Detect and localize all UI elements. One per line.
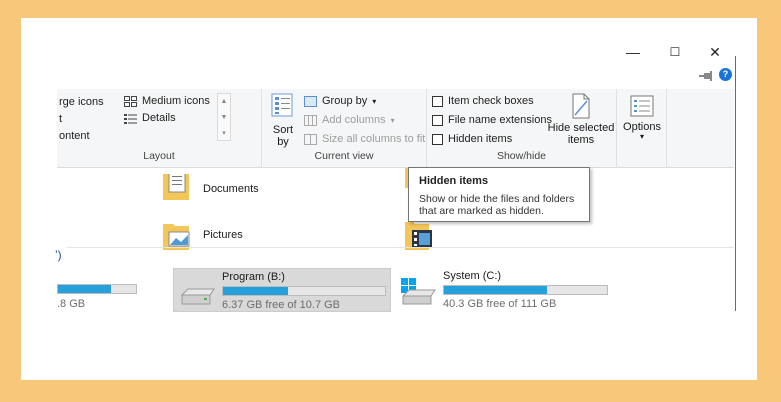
options-icon [630, 95, 654, 117]
sort-by-label: Sort by [272, 124, 294, 148]
folder-item[interactable]: Documents [161, 174, 259, 204]
layout-group: rge icons Medium icons t Details ontent … [57, 89, 262, 168]
sort-by-button[interactable]: Sort by [270, 93, 296, 148]
window-edge [735, 56, 736, 311]
group-by-label: Group by [322, 95, 368, 107]
current-view-group-label: Current view [314, 150, 374, 162]
size-all-columns-button[interactable]: Size all columns to fit [304, 133, 425, 145]
file-view: Documents Pictures ’) .8 GB Program (B:)… [55, 168, 734, 338]
drive-usage-bar [443, 285, 608, 295]
tooltip-title: Hidden items [419, 175, 489, 187]
drive-usage-fill [58, 285, 112, 293]
details-option[interactable]: Details [124, 112, 176, 124]
documents-folder-icon [163, 174, 189, 200]
hidden-items-option[interactable]: Hidden items [432, 133, 512, 145]
folder-name: Documents [203, 183, 259, 195]
hide-selected-items-label: Hide selected items [547, 122, 615, 146]
size-columns-icon [304, 133, 317, 145]
add-columns-label: Add columns [322, 114, 386, 126]
ribbon: rge icons Medium icons t Details ontent … [57, 89, 734, 168]
layout-scroll[interactable]: ▲ ▼ ▾ [217, 93, 231, 141]
show-hide-group: Item check boxes File name extensions Hi… [427, 89, 617, 168]
maximize-button[interactable]: ☐ [663, 44, 687, 60]
drive-name: Program (B:) [222, 271, 285, 283]
group-by-icon [304, 95, 317, 107]
show-hide-group-label: Show/hide [496, 150, 547, 162]
drive-item[interactable]: .8 GB [57, 268, 167, 312]
drive-free-space: .8 GB [57, 298, 86, 310]
options-group: Options ▾ [617, 89, 667, 168]
file-name-extensions-label: File name extensions [448, 114, 552, 126]
chevron-down-icon: ▾ [639, 132, 644, 141]
drive-free-space: 40.3 GB free of 111 GB [443, 298, 557, 310]
expand-icon[interactable]: ▾ [218, 126, 230, 142]
devices-group-label[interactable]: ’) [55, 248, 62, 262]
medium-icons-label: Medium icons [142, 95, 210, 107]
drive-name: System (C:) [443, 270, 502, 282]
help-icon[interactable]: ? [719, 68, 732, 81]
file-name-extensions-option[interactable]: File name extensions [432, 114, 552, 126]
large-icons-option[interactable]: rge icons [59, 96, 104, 108]
chevron-down-icon: ▾ [372, 96, 377, 106]
details-label: Details [142, 112, 176, 124]
scroll-up-icon[interactable]: ▲ [218, 94, 230, 110]
drive-usage-bar [222, 286, 386, 296]
drive-item-selected[interactable]: Program (B:) 6.37 GB free of 10.7 GB [173, 268, 391, 312]
item-check-boxes-checkbox[interactable] [432, 95, 443, 107]
drive-item[interactable]: System (C:) 40.3 GB free of 111 GB [397, 268, 627, 312]
medium-icons-option[interactable]: Medium icons [124, 95, 210, 107]
add-columns-button[interactable]: Add columns ▾ [304, 114, 395, 126]
item-check-boxes-option[interactable]: Item check boxes [432, 95, 534, 107]
size-all-columns-label: Size all columns to fit [322, 133, 426, 145]
chevron-down-icon: ▾ [390, 115, 395, 125]
hidden-items-label: Hidden items [448, 133, 513, 145]
details-icon [124, 113, 137, 124]
explorer-window: — ☐ ✕ ? rge icons Medium icons t Details… [21, 18, 757, 380]
list-option[interactable]: t [59, 113, 62, 125]
drive-usage-bar [57, 284, 137, 294]
hard-drive-icon [180, 288, 215, 305]
content-option[interactable]: ontent [59, 130, 90, 142]
close-button[interactable]: ✕ [703, 44, 727, 60]
drive-usage-fill [223, 287, 288, 295]
current-view-group: Sort by Group by ▾ Add columns ▾ Size al… [262, 89, 427, 168]
hide-selected-items-button[interactable]: Hide selected items [547, 93, 615, 146]
windows-drive-icon [401, 278, 436, 305]
hidden-items-checkbox[interactable] [432, 133, 443, 145]
minimize-button[interactable]: — [621, 44, 645, 60]
folder-name: Pictures [203, 229, 243, 241]
content-label: ontent [59, 130, 90, 142]
large-icons-label: rge icons [59, 96, 104, 108]
pin-icon[interactable] [699, 71, 713, 81]
scroll-down-icon[interactable]: ▼ [218, 110, 230, 126]
item-check-boxes-label: Item check boxes [448, 95, 534, 107]
drive-free-space: 6.37 GB free of 10.7 GB [222, 299, 341, 311]
hide-selected-icon [572, 93, 590, 119]
file-name-extensions-checkbox[interactable] [432, 114, 443, 126]
hidden-items-tooltip: Hidden items Show or hide the files and … [408, 167, 590, 222]
sort-by-icon [271, 93, 293, 117]
add-columns-icon [304, 114, 317, 126]
group-divider [67, 247, 734, 248]
drive-usage-fill [444, 286, 547, 294]
options-button[interactable]: Options ▾ [617, 95, 667, 141]
layout-group-label: Layout [143, 150, 175, 162]
group-by-button[interactable]: Group by ▾ [304, 95, 376, 107]
list-label: t [59, 113, 63, 125]
medium-icons-icon [124, 95, 137, 107]
tooltip-body: Show or hide the files and folders that … [419, 193, 575, 217]
